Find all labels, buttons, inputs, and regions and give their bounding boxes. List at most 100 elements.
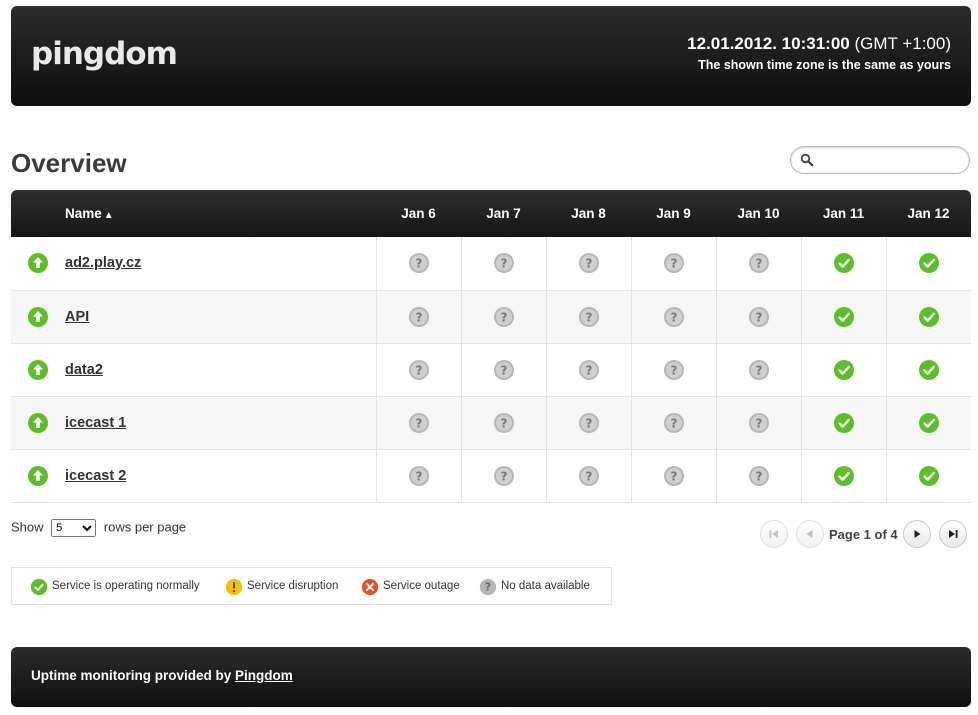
check-name-cell: ad2.play.cz: [65, 237, 376, 291]
search-input[interactable]: [817, 150, 961, 172]
day-status-cell[interactable]: [800, 396, 886, 450]
day-status-cell[interactable]: ?: [460, 290, 546, 344]
question-icon: ?: [663, 253, 684, 274]
next-page-icon: [914, 530, 921, 538]
day-column-header: Jan 8: [571, 206, 606, 221]
question-icon: ?: [408, 359, 429, 380]
name-header-label[interactable]: Name: [65, 206, 102, 221]
pingdom-logo[interactable]: pingdom: [31, 36, 178, 72]
check-icon: [833, 412, 854, 433]
day-status-cell[interactable]: ?: [545, 237, 631, 291]
status-cell: [11, 237, 65, 291]
day-status-cell[interactable]: ?: [460, 237, 546, 291]
status-cell: [11, 449, 65, 503]
svg-text:?: ?: [500, 310, 507, 324]
day-status-cell[interactable]: ?: [630, 449, 716, 503]
day-status-cell[interactable]: ?: [460, 449, 546, 503]
question-icon: ?: [493, 253, 514, 274]
rows-per-page-select[interactable]: 5: [51, 519, 97, 537]
svg-text:?: ?: [755, 310, 762, 324]
day-status-cell[interactable]: ?: [715, 237, 801, 291]
day-status-cell[interactable]: ?: [545, 343, 631, 397]
prev-page-button[interactable]: [796, 520, 824, 548]
svg-text:?: ?: [500, 469, 507, 483]
svg-text:?: ?: [500, 363, 507, 377]
day-status-cell[interactable]: ?: [375, 396, 461, 450]
day-status-cell[interactable]: ?: [375, 449, 461, 503]
next-page-button[interactable]: [903, 520, 931, 548]
day-status-cell[interactable]: ?: [545, 449, 631, 503]
svg-text:?: ?: [415, 469, 422, 483]
question-icon: ?: [748, 465, 769, 486]
day-status-cell[interactable]: [885, 290, 971, 344]
check-name-link[interactable]: icecast 1: [65, 415, 126, 431]
svg-text:?: ?: [755, 416, 762, 430]
prev-page-icon: [806, 530, 813, 538]
check-name-cell: API: [65, 290, 376, 344]
timezone-note: The shown time zone is the same as yours: [698, 58, 951, 72]
svg-text:?: ?: [755, 469, 762, 483]
svg-text:?: ?: [670, 363, 677, 377]
svg-text:?: ?: [755, 257, 762, 271]
day-status-cell[interactable]: [800, 290, 886, 344]
question-icon: ?: [493, 465, 514, 486]
day-status-cell[interactable]: [885, 343, 971, 397]
rows-suffix: rows per page: [103, 519, 187, 535]
day-status-cell[interactable]: [885, 237, 971, 291]
check-name-cell: data2: [65, 343, 376, 397]
svg-text:?: ?: [485, 581, 491, 594]
day-status-cell[interactable]: ?: [545, 290, 631, 344]
day-status-cell[interactable]: ?: [375, 343, 461, 397]
svg-text:?: ?: [670, 469, 677, 483]
svg-text:?: ?: [415, 257, 422, 271]
check-icon: [833, 306, 854, 327]
day-status-cell[interactable]: ?: [715, 396, 801, 450]
check-name-link[interactable]: ad2.play.cz: [65, 255, 141, 271]
question-icon: ?: [408, 412, 429, 433]
pingdom-link[interactable]: Pingdom: [235, 668, 293, 683]
check-name-link[interactable]: icecast 2: [65, 468, 126, 484]
day-status-cell[interactable]: ?: [715, 449, 801, 503]
day-column-header: Jan 10: [737, 206, 780, 221]
svg-text:?: ?: [415, 416, 422, 430]
svg-text:?: ?: [670, 257, 677, 271]
question-icon: ?: [493, 359, 514, 380]
day-status-cell[interactable]: [800, 449, 886, 503]
last-page-icon: [949, 530, 958, 538]
table-row: icecast 2?????: [11, 449, 971, 503]
day-status-cell[interactable]: ?: [630, 343, 716, 397]
day-status-cell[interactable]: ?: [375, 290, 461, 344]
first-page-icon: [769, 530, 778, 538]
question-icon: ?: [578, 465, 599, 486]
name-column-header[interactable]: Name ▲: [65, 190, 376, 237]
day-status-cell[interactable]: [800, 343, 886, 397]
check-icon: [918, 359, 939, 380]
question-icon: ?: [663, 359, 684, 380]
day-status-cell[interactable]: ?: [630, 396, 716, 450]
day-status-cell[interactable]: [885, 449, 971, 503]
status-cell: [11, 396, 65, 450]
day-status-cell[interactable]: ?: [460, 396, 546, 450]
day-status-cell[interactable]: ?: [630, 290, 716, 344]
day-status-cell[interactable]: ?: [375, 237, 461, 291]
check-name-link[interactable]: API: [65, 309, 89, 325]
check-name-link[interactable]: data2: [65, 362, 103, 378]
day-status-cell[interactable]: ?: [545, 396, 631, 450]
status-cell: [11, 290, 65, 344]
day-status-cell[interactable]: ?: [460, 343, 546, 397]
rows-per-page: Show 5 rows per page: [11, 519, 186, 537]
day-status-cell[interactable]: [885, 396, 971, 450]
day-status-cell[interactable]: ?: [715, 343, 801, 397]
arrow-up-icon: [28, 412, 48, 433]
table-row: data2?????: [11, 343, 971, 397]
day-column-header: Jan 12: [907, 206, 950, 221]
day-status-cell[interactable]: [800, 237, 886, 291]
last-page-button[interactable]: [939, 520, 967, 548]
day-status-cell[interactable]: ?: [630, 237, 716, 291]
first-page-button[interactable]: [760, 520, 788, 548]
question-icon: ?: [479, 578, 497, 596]
clock: 12.01.2012. 10:31:00 (GMT +1:00) The sho…: [687, 34, 951, 72]
day-status-cell[interactable]: ?: [715, 290, 801, 344]
check-icon: [833, 465, 854, 486]
search-box[interactable]: [790, 146, 970, 174]
